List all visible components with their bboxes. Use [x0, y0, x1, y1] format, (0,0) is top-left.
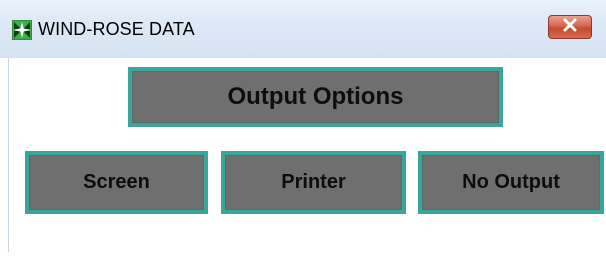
output-options-header-button[interactable]: Output Options	[128, 67, 503, 127]
wind-rose-app-icon	[12, 20, 32, 40]
app-window: WIND-ROSE DATA Output Options Screen Pri…	[0, 0, 606, 258]
screen-button[interactable]: Screen	[25, 151, 208, 214]
close-icon	[562, 18, 578, 37]
window-title: WIND-ROSE DATA	[38, 19, 195, 39]
printer-button-label: Printer	[281, 171, 346, 193]
screen-button-label: Screen	[83, 171, 150, 193]
printer-button[interactable]: Printer	[221, 151, 406, 214]
close-button[interactable]	[548, 15, 592, 39]
no-output-button-label: No Output	[462, 171, 560, 193]
output-options-label: Output Options	[227, 83, 404, 110]
title-bar[interactable]: WIND-ROSE DATA	[0, 0, 606, 58]
no-output-button[interactable]: No Output	[418, 151, 604, 214]
